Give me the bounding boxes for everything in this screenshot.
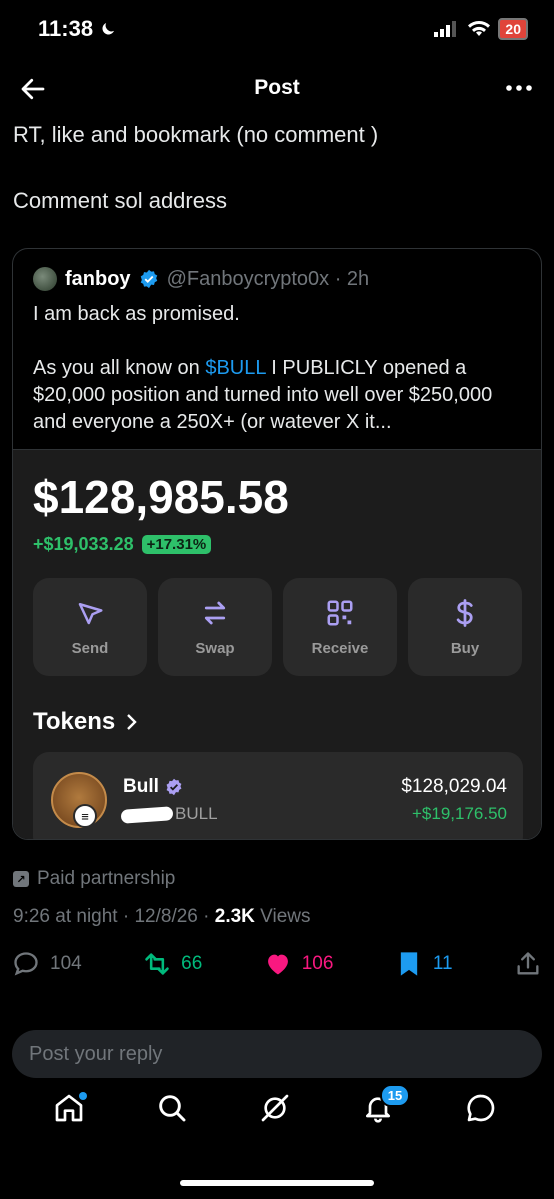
like-count: 106	[301, 953, 334, 974]
nav-messages[interactable]	[465, 1092, 501, 1128]
chevron-right-icon	[127, 714, 137, 730]
verified-token-icon	[166, 778, 182, 796]
avatar[interactable]	[33, 267, 57, 291]
notifications-badge: 15	[379, 1084, 411, 1107]
repost-count: 66	[181, 953, 203, 974]
receive-button: Receive	[283, 578, 397, 676]
quoted-text-line-1: I am back as promised.	[33, 303, 240, 325]
wallet-balance: $128,985.58	[33, 471, 289, 523]
post-text-line-2: Comment sol address	[13, 188, 227, 213]
moon-icon	[102, 23, 115, 35]
like-button[interactable]: 106	[264, 950, 334, 978]
gain-amount: +$19,033.28	[33, 534, 134, 554]
paid-partnership-label: ↗ Paid partnership	[13, 868, 175, 890]
tokens-heading: Tokens	[33, 708, 139, 736]
reply-input[interactable]: Post your reply	[12, 1030, 542, 1078]
share-button[interactable]	[514, 950, 542, 978]
token-name: Bull	[123, 776, 183, 798]
quoted-text-pre: As you all know on	[33, 357, 206, 379]
send-icon	[78, 602, 103, 624]
battery-indicator: 20	[498, 18, 528, 40]
quoted-author-name[interactable]: fanboy	[65, 268, 131, 291]
gain-percent-badge: +17.31%	[141, 535, 212, 554]
quoted-post-header: fanboy @Fanboycrypto0x · 2h	[33, 267, 369, 291]
token-symbol: BULL	[175, 804, 218, 823]
receive-label: Receive	[311, 639, 369, 657]
send-button: Send	[33, 578, 147, 676]
heart-icon	[267, 954, 288, 975]
search-icon	[159, 1095, 186, 1122]
bookmark-button[interactable]: 11	[395, 950, 453, 978]
reply-button[interactable]: 104	[12, 950, 82, 978]
wifi-icon	[468, 21, 491, 36]
nav-home[interactable]	[53, 1092, 89, 1128]
status-time: 11:38	[38, 16, 117, 42]
status-icons: 20	[434, 18, 528, 40]
nav-grok[interactable]	[259, 1092, 295, 1128]
ellipsis-icon	[506, 85, 532, 91]
page-title: Post	[254, 76, 300, 99]
verified-badge-icon	[140, 269, 157, 289]
solana-chain-icon: ≡	[73, 804, 97, 828]
tokens-title-text: Tokens	[33, 708, 116, 735]
repost-button[interactable]: 66	[143, 950, 202, 978]
bookmark-icon	[400, 952, 417, 976]
signal-icon	[434, 21, 457, 37]
quoted-text-paragraph: As you all know on $BULL I PUBLICLY open…	[33, 355, 523, 436]
quoted-author-handle: @Fanboycrypto0x · 2h	[166, 267, 370, 290]
nav-search[interactable]	[156, 1092, 192, 1128]
grok-icon	[261, 1094, 289, 1122]
more-options-button[interactable]	[504, 76, 534, 100]
reply-count: 104	[50, 953, 82, 974]
swap-button: Swap	[158, 578, 272, 676]
clock-text: 11:38	[38, 16, 94, 41]
share-icon	[517, 952, 539, 975]
views-count: 2.3K	[214, 906, 255, 927]
arrow-up-right-icon: ↗	[13, 871, 29, 887]
qr-icon	[327, 600, 353, 625]
send-label: Send	[71, 639, 109, 657]
swap-label: Swap	[195, 639, 235, 657]
post-text-line-1: RT, like and bookmark (no comment )	[13, 122, 379, 147]
bookmark-count: 11	[432, 953, 453, 974]
wallet-screenshot[interactable]: $128,985.58 +$19,033.28 +17.31% Send Swa…	[13, 449, 541, 839]
dollar-icon	[456, 598, 473, 627]
paid-partnership-text: Paid partnership	[37, 868, 176, 889]
quoted-post-text: I am back as promised. As you all know o…	[33, 301, 523, 436]
token-name-text: Bull	[123, 776, 159, 797]
redaction-scribble	[120, 806, 174, 824]
comment-icon	[14, 952, 38, 976]
token-row-bull: ≡ Bull BULL $128,029.04 +$19,176.50	[33, 752, 523, 839]
bottom-navigation: 15	[0, 1084, 554, 1128]
cashtag-link[interactable]: $BULL	[205, 357, 265, 379]
quoted-post[interactable]: fanboy @Fanboycrypto0x · 2h I am back as…	[12, 248, 542, 840]
buy-button: Buy	[408, 578, 522, 676]
wallet-gain: +$19,033.28 +17.31%	[33, 534, 212, 555]
swap-icon	[204, 601, 226, 624]
token-value: $128,029.04	[401, 776, 507, 797]
views-label: Views	[254, 906, 311, 927]
engagement-bar: 104 66 106 11	[12, 950, 542, 978]
token-change: +$19,176.50	[411, 804, 507, 823]
post-meta: 9:26 at night · 12/8/26 · 2.3K Views	[13, 906, 311, 928]
chat-bubble-icon	[466, 1094, 494, 1122]
home-indicator	[180, 1180, 374, 1186]
post-timestamp: 9:26 at night · 12/8/26 ·	[13, 906, 215, 927]
nav-notifications[interactable]: 15	[362, 1084, 411, 1128]
reply-placeholder: Post your reply	[29, 1043, 163, 1065]
wallet-actions: Send Swap Receive Buy	[33, 578, 522, 676]
new-content-dot	[79, 1092, 88, 1100]
repost-icon	[145, 953, 169, 975]
buy-label: Buy	[450, 639, 480, 657]
